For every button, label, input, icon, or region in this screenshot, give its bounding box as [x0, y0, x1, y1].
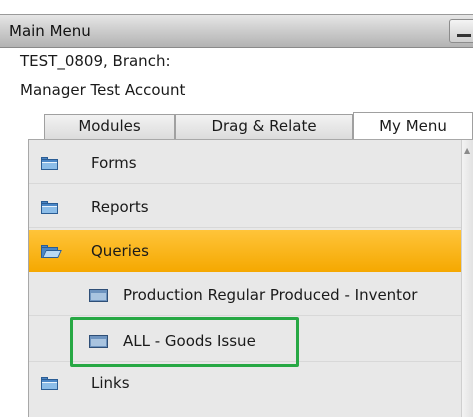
- vertical-scrollbar[interactable]: ▲: [461, 140, 473, 417]
- menu-item-forms[interactable]: Forms: [29, 142, 462, 184]
- menu-item-label: ALL - Goods Issue: [123, 332, 256, 350]
- tab-drag-relate[interactable]: Drag & Relate: [175, 114, 353, 139]
- menu-item-label: Links: [91, 374, 130, 392]
- menu-tree-panel: Forms Reports Queries Production Regular…: [28, 139, 473, 417]
- menu-item-label: Queries: [91, 242, 149, 260]
- folder-icon: [41, 157, 58, 170]
- minimize-icon: [457, 34, 471, 37]
- menu-item-label: Production Regular Produced - Inventor: [123, 286, 418, 304]
- tab-modules[interactable]: Modules: [44, 114, 175, 139]
- query-icon: [89, 289, 108, 302]
- menu-item-production-query[interactable]: Production Regular Produced - Inventor: [29, 274, 462, 316]
- window-titlebar[interactable]: Main Menu: [0, 14, 473, 48]
- folder-icon: [41, 377, 58, 390]
- menu-item-label: Reports: [91, 198, 149, 216]
- menu-item-links[interactable]: Links: [29, 362, 462, 404]
- menu-item-goods-issue-query[interactable]: ALL - Goods Issue: [29, 320, 462, 362]
- menu-item-queries[interactable]: Queries: [29, 230, 462, 272]
- menu-item-label: Forms: [91, 154, 137, 172]
- window-title: Main Menu: [9, 22, 91, 40]
- company-branch-label: TEST_0809, Branch:: [20, 52, 171, 70]
- minimize-button[interactable]: [449, 19, 473, 43]
- folder-open-icon: [41, 245, 62, 258]
- folder-icon: [41, 201, 58, 214]
- tab-my-menu[interactable]: My Menu: [353, 112, 473, 140]
- menu-item-reports[interactable]: Reports: [29, 186, 462, 228]
- menu-tabs: Modules Drag & Relate My Menu: [44, 112, 473, 140]
- user-account-label: Manager Test Account: [20, 81, 186, 99]
- query-icon: [89, 335, 108, 348]
- scroll-up-icon[interactable]: ▲: [464, 146, 470, 155]
